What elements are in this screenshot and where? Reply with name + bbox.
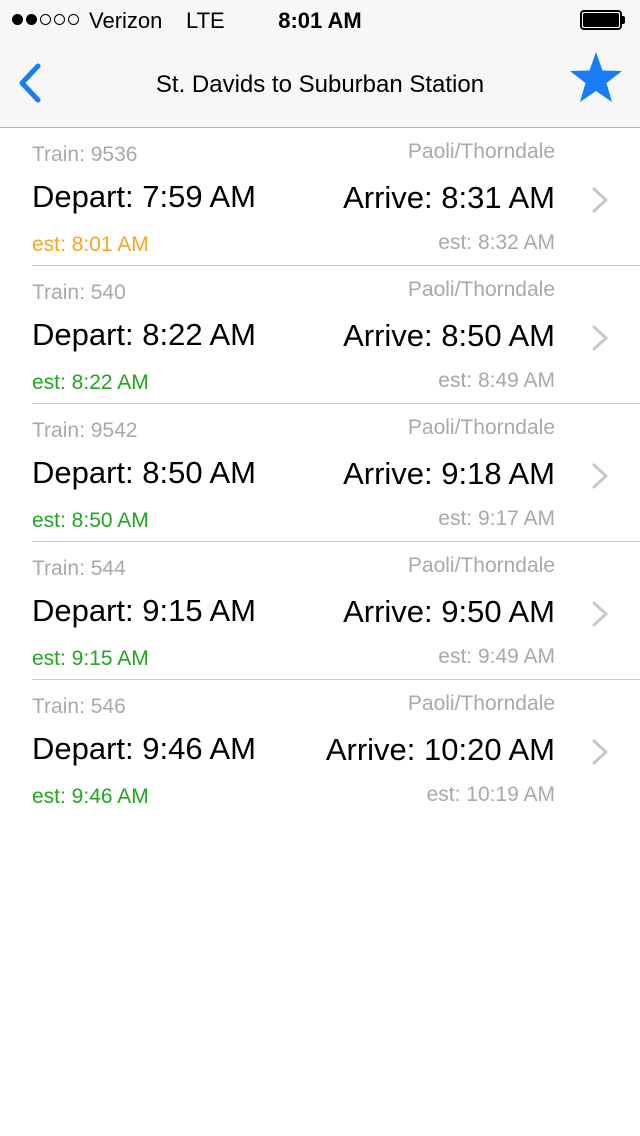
estimated-depart: est: 8:01 AM	[32, 233, 149, 256]
status-bar: Verizon LTE 8:01 AM	[0, 0, 640, 40]
train-row[interactable]: Train: 544 Paoli/Thorndale Depart: 9:15 …	[0, 542, 640, 680]
page-title: St. Davids to Suburban Station	[155, 71, 485, 98]
star-icon	[570, 52, 622, 102]
line-name: Paoli/Thorndale	[407, 140, 555, 163]
depart-time: Depart: 9:46 AM	[32, 731, 257, 766]
chevron-right-icon	[592, 739, 608, 765]
arrive-time: Arrive: 10:20 AM	[325, 732, 555, 767]
line-name: Paoli/Thorndale	[407, 278, 555, 301]
depart-time: Depart: 8:22 AM	[32, 317, 257, 352]
depart-time: Depart: 9:15 AM	[32, 593, 257, 628]
train-row[interactable]: Train: 540 Paoli/Thorndale Depart: 8:22 …	[0, 266, 640, 404]
chevron-left-icon	[19, 63, 41, 103]
train-row[interactable]: Train: 9542 Paoli/Thorndale Depart: 8:50…	[0, 404, 640, 542]
battery-full-icon	[580, 10, 626, 30]
chevron-right-icon	[592, 601, 608, 627]
line-name: Paoli/Thorndale	[407, 554, 555, 577]
estimated-depart: est: 9:46 AM	[32, 785, 149, 808]
arrive-time: Arrive: 8:50 AM	[343, 318, 555, 353]
depart-time: Depart: 8:50 AM	[32, 455, 257, 490]
estimated-depart: est: 8:22 AM	[32, 371, 149, 394]
train-number: Train: 546	[32, 695, 126, 718]
status-time: 8:01 AM	[278, 8, 362, 33]
arrive-time: Arrive: 8:31 AM	[343, 180, 555, 215]
favorite-button[interactable]	[568, 50, 624, 106]
chevron-right-icon	[592, 187, 608, 213]
estimated-arrive: est: 8:32 AM	[438, 231, 555, 254]
train-row[interactable]: Train: 546 Paoli/Thorndale Depart: 9:46 …	[0, 680, 640, 818]
navigation-bar: St. Davids to Suburban Station	[0, 40, 640, 128]
line-name: Paoli/Thorndale	[407, 692, 555, 715]
train-number: Train: 9536	[32, 143, 138, 166]
train-row[interactable]: Train: 9536 Paoli/Thorndale Depart: 7:59…	[0, 128, 640, 266]
estimated-depart: est: 9:15 AM	[32, 647, 149, 670]
train-number: Train: 9542	[32, 419, 138, 442]
arrive-time: Arrive: 9:50 AM	[343, 594, 555, 629]
estimated-depart: est: 8:50 AM	[32, 509, 149, 532]
estimated-arrive: est: 9:17 AM	[438, 507, 555, 530]
back-button[interactable]	[10, 58, 54, 108]
chevron-right-icon	[592, 463, 608, 489]
estimated-arrive: est: 10:19 AM	[426, 783, 555, 806]
estimated-arrive: est: 9:49 AM	[438, 645, 555, 668]
train-number: Train: 540	[32, 281, 126, 304]
chevron-right-icon	[592, 325, 608, 351]
train-list: Train: 9536 Paoli/Thorndale Depart: 7:59…	[0, 128, 640, 818]
line-name: Paoli/Thorndale	[407, 416, 555, 439]
arrive-time: Arrive: 9:18 AM	[343, 456, 555, 491]
train-number: Train: 544	[32, 557, 126, 580]
depart-time: Depart: 7:59 AM	[32, 179, 257, 214]
estimated-arrive: est: 8:49 AM	[438, 369, 555, 392]
